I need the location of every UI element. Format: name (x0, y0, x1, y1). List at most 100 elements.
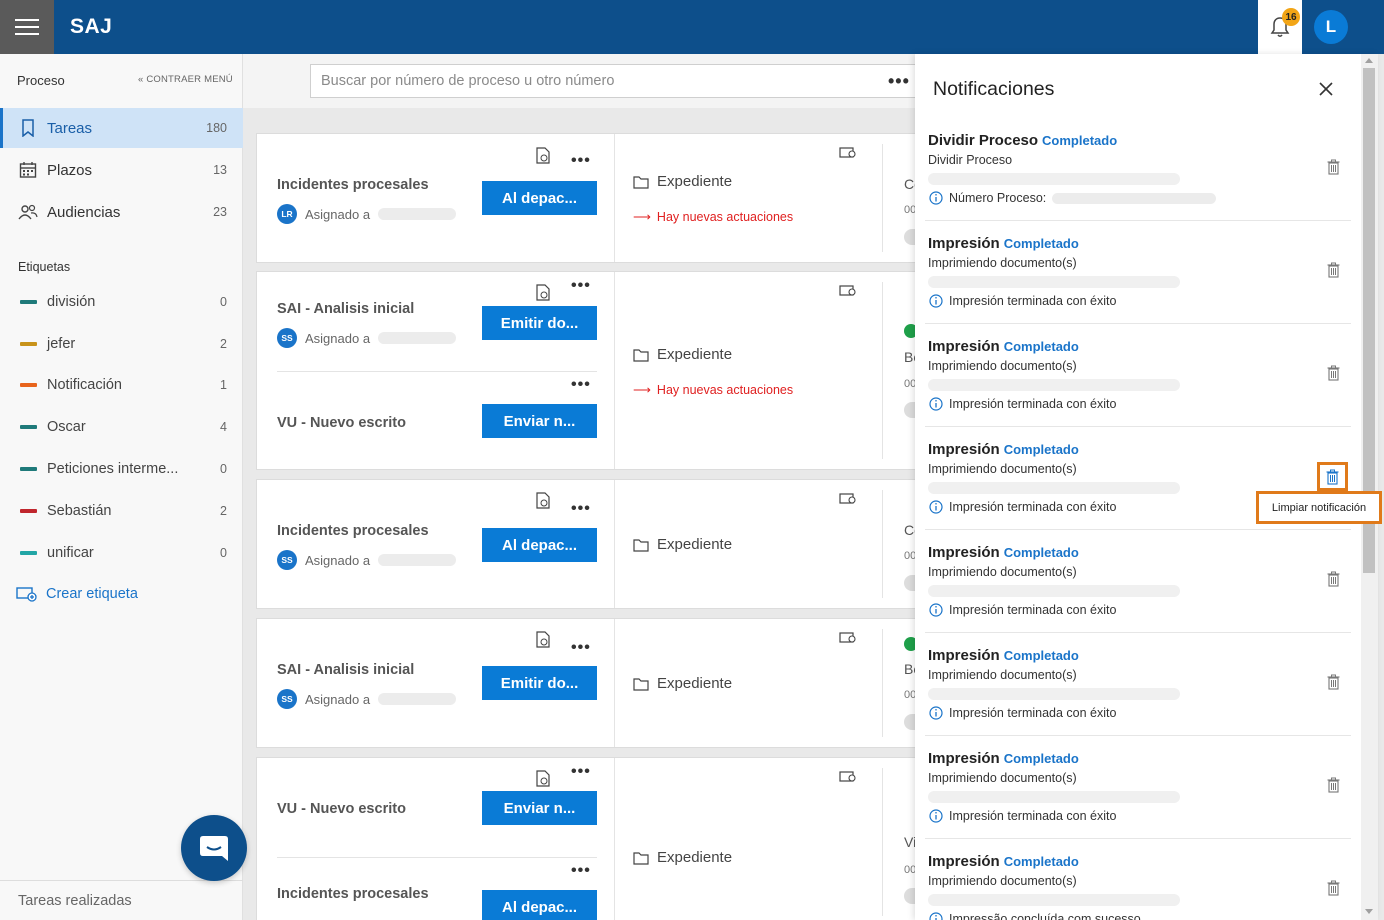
chat-button[interactable] (181, 815, 247, 881)
brand-logo[interactable]: SAJ (70, 15, 112, 39)
task-more-options-icon[interactable]: ••• (571, 500, 591, 518)
task-more-options-icon[interactable]: ••• (571, 376, 591, 394)
notification-item[interactable]: Dividir Proceso Completado Dividir Proces… (925, 118, 1351, 221)
new-actions-label: Hay nuevas actuaciones (656, 209, 794, 224)
user-avatar[interactable]: L (1314, 10, 1348, 44)
trash-icon[interactable] (1325, 570, 1341, 588)
notification-item[interactable]: Impresión Completado Imprimiendo document… (925, 736, 1351, 839)
notification-subtitle: Dividir Proceso (928, 153, 1013, 167)
notification-item[interactable]: Impresión Completado Imprimiendo document… (925, 633, 1351, 736)
task-assignee: LR Asignado a (277, 204, 457, 224)
tag-label: Peticiones interme... (47, 461, 179, 477)
task-more-options-icon[interactable]: ••• (571, 763, 591, 781)
task-more-options-icon[interactable]: ••• (571, 862, 591, 880)
notifications-button[interactable]: 16 (1258, 0, 1302, 54)
tag-label: unificar (47, 545, 94, 561)
trash-icon[interactable] (1325, 673, 1341, 691)
sidebar-item-count: 180 (206, 121, 227, 135)
tag-item[interactable]: Notificación 1 (0, 365, 243, 405)
expediente-link[interactable]: Expediente (633, 536, 732, 553)
search-input[interactable] (310, 64, 920, 98)
task-card[interactable]: ••• SAI - Analisis inicial SS Asignado a … (256, 271, 921, 470)
new-actions-alert[interactable]: ⟶ Hay nuevas actuaciones (633, 382, 793, 398)
tag-item[interactable]: división 0 (0, 282, 243, 322)
expediente-link[interactable]: Expediente (633, 675, 732, 692)
task-more-options-icon[interactable]: ••• (571, 152, 591, 170)
task-action-button[interactable]: Enviar n... (482, 404, 597, 438)
trash-icon[interactable] (1325, 879, 1341, 897)
document-info-icon[interactable] (536, 284, 550, 306)
trash-icon[interactable] (1325, 158, 1341, 176)
notification-item[interactable]: Impresión Completado Imprimiendo document… (925, 221, 1351, 324)
notification-blurred-text (928, 894, 1180, 906)
notification-title: Impresión (928, 235, 1000, 252)
trash-icon[interactable] (1325, 261, 1341, 279)
tag-color-swatch (20, 467, 37, 471)
notification-item[interactable]: Impresión Completado Imprimiendo document… (925, 530, 1351, 633)
assigned-label: Asignado a (305, 552, 371, 568)
task-card[interactable]: ••• SAI - Analisis inicial SS Asignado a … (256, 618, 921, 748)
trash-icon[interactable] (1325, 364, 1341, 382)
card-divider (882, 768, 883, 916)
hamburger-menu-icon[interactable] (0, 0, 54, 54)
notification-item[interactable]: Impresión Completado Imprimiendo document… (925, 324, 1351, 427)
close-icon[interactable] (1316, 79, 1336, 99)
tag-item[interactable]: Oscar 4 (0, 407, 243, 447)
expediente-label: Expediente (657, 675, 733, 692)
expediente-label: Expediente (657, 536, 733, 553)
notification-subtitle: Imprimiendo documento(s) (928, 771, 1077, 785)
task-more-options-icon[interactable]: ••• (571, 639, 591, 657)
document-info-icon[interactable] (536, 492, 550, 514)
expediente-link[interactable]: Expediente (633, 173, 732, 190)
tag-item[interactable]: jefer 2 (0, 324, 243, 364)
sidebar-item-tareas[interactable]: Tareas 180 (0, 108, 243, 148)
notification-title: Dividir Proceso (928, 132, 1039, 149)
tag-label: jefer (47, 336, 76, 352)
register-icon[interactable] (839, 492, 857, 511)
task-card[interactable]: ••• VU - Nuevo escrito Enviar n... ••• I… (256, 757, 918, 920)
task-title: SAI - Analisis inicial (277, 662, 415, 678)
register-icon[interactable] (839, 631, 857, 650)
calendar-icon (18, 160, 38, 180)
document-info-icon[interactable] (536, 631, 550, 653)
create-tag-link[interactable]: Crear etiqueta (16, 586, 138, 602)
task-action-button[interactable]: Al depac... (482, 181, 597, 215)
tag-item[interactable]: Sebastián 2 (0, 491, 243, 531)
info-icon (929, 500, 943, 514)
task-action-button[interactable]: Al depac... (482, 528, 597, 562)
register-icon[interactable] (839, 146, 857, 165)
expediente-link[interactable]: Expediente (633, 346, 732, 363)
expediente-link[interactable]: Expediente (633, 849, 732, 866)
document-info-icon[interactable] (536, 770, 550, 792)
task-action-button[interactable]: Emitir do... (482, 306, 597, 340)
task-action-button[interactable]: Al depac... (482, 890, 597, 920)
search-more-options-icon[interactable]: ••• (888, 71, 910, 92)
notification-info: Impresión terminada con éxito (929, 809, 1116, 823)
task-more-options-icon[interactable]: ••• (571, 277, 591, 295)
register-icon[interactable] (839, 770, 857, 789)
document-info-icon[interactable] (536, 147, 550, 169)
task-action-button[interactable]: Emitir do... (482, 666, 597, 700)
scroll-up-arrow-icon[interactable] (1365, 58, 1373, 63)
completed-tasks-section[interactable]: Tareas realizadas (0, 880, 243, 920)
trash-icon[interactable] (1325, 776, 1341, 794)
task-card[interactable]: ••• Incidentes procesales SS Asignado a A… (256, 479, 922, 609)
tag-item[interactable]: Peticiones interme... 0 (0, 449, 243, 489)
collapse-menu-button[interactable]: « CONTRAER MENÚ (138, 74, 233, 85)
register-icon[interactable] (839, 284, 857, 303)
notification-info-text: Impresión terminada con éxito (949, 294, 1117, 308)
notification-header: Dividir Proceso Completado (928, 132, 1117, 149)
scroll-down-arrow-icon[interactable] (1365, 909, 1373, 914)
sidebar-item-plazos[interactable]: Plazos 13 (0, 150, 243, 190)
task-card[interactable]: ••• Incidentes procesales LR Asignado a A… (256, 133, 922, 263)
notification-header: Impresión Completado (928, 647, 1079, 664)
tag-label: Notificación (47, 377, 122, 393)
trash-icon[interactable] (1317, 462, 1348, 491)
notification-subtitle: Imprimiendo documento(s) (928, 874, 1077, 888)
info-icon (929, 706, 943, 720)
task-action-button[interactable]: Enviar n... (482, 791, 597, 825)
tag-item[interactable]: unificar 0 (0, 533, 243, 573)
notification-item[interactable]: Impresión Completado Imprimiendo document… (925, 839, 1351, 920)
new-actions-alert[interactable]: ⟶ Hay nuevas actuaciones (633, 209, 794, 225)
sidebar-item-audiencias[interactable]: Audiencias 23 (0, 192, 243, 232)
